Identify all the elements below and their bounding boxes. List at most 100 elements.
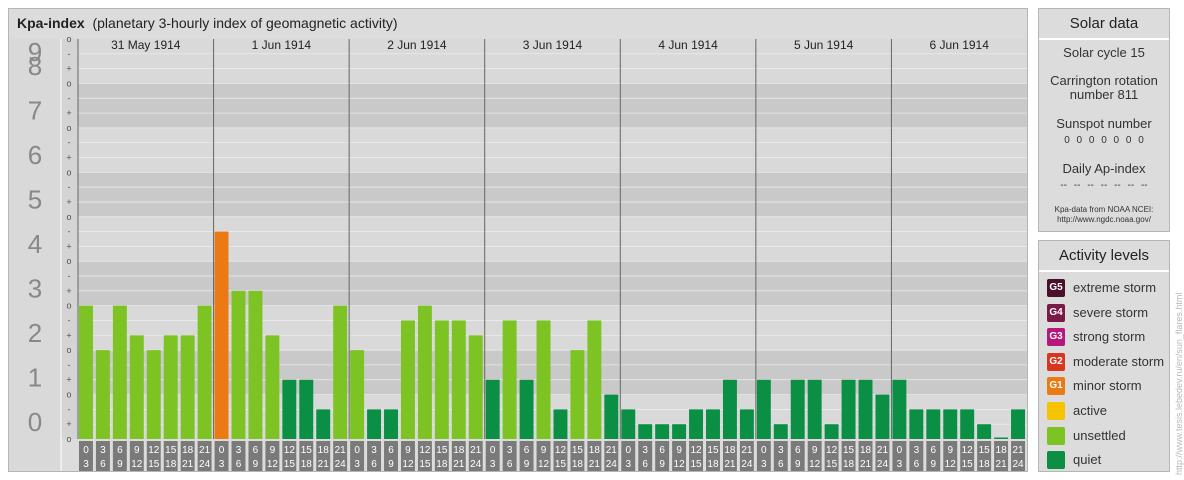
kp-bar	[756, 379, 771, 439]
interval-start: 18	[996, 445, 1008, 456]
solar-cycle: Solar cycle 15	[1063, 45, 1145, 60]
kp-bar	[282, 379, 297, 439]
level-quiet: quiet	[1039, 448, 1169, 473]
interval-end: 9	[931, 459, 937, 470]
level-active: active	[1039, 399, 1169, 424]
interval-end: 3	[83, 459, 89, 470]
level-label: minor storm	[1073, 378, 1142, 394]
interval-start: 6	[117, 445, 123, 456]
kp-bar	[773, 424, 788, 439]
y-minor-tick: -	[68, 138, 71, 148]
interval-end: 24	[335, 459, 347, 470]
y-minor-tick: -	[68, 271, 71, 281]
interval-end: 12	[809, 459, 821, 470]
kp-bar	[807, 379, 822, 439]
watermark-url: http://www.tesis.lebedev.ru/en/sun_flare…	[1174, 292, 1184, 475]
kp-bar	[367, 409, 382, 439]
interval-end: 24	[199, 459, 211, 470]
interval-end: 6	[236, 459, 242, 470]
kp-bar	[146, 350, 161, 439]
kp-bar	[604, 394, 619, 439]
interval-start: 18	[182, 445, 194, 456]
interval-start: 21	[335, 445, 347, 456]
interval-end: 21	[182, 459, 194, 470]
interval-end: 15	[284, 459, 296, 470]
level-unsettled: unsettled	[1039, 424, 1169, 449]
interval-start: 18	[589, 445, 601, 456]
kp-bar	[875, 394, 890, 439]
kp-bar	[722, 379, 737, 439]
y-minor-tick: o	[66, 78, 71, 88]
interval-end: 6	[642, 459, 648, 470]
y-tick-label: 5	[28, 185, 42, 215]
kp-bar	[824, 424, 839, 439]
interval-end: 24	[606, 459, 618, 470]
y-tick-label: 0	[28, 407, 42, 437]
y-minor-tick: +	[66, 241, 71, 251]
interval-end: 24	[470, 459, 482, 470]
interval-start: 3	[642, 445, 648, 456]
interval-end: 9	[388, 459, 394, 470]
interval-start: 0	[490, 445, 496, 456]
kp-bar	[333, 305, 348, 439]
interval-end: 9	[117, 459, 123, 470]
kp-bar	[892, 379, 907, 439]
kp-bar	[468, 335, 483, 439]
kp-bar	[417, 305, 432, 439]
level-g5: G5 extreme storm	[1039, 276, 1169, 301]
kp-bar	[536, 320, 551, 439]
interval-end: 18	[707, 459, 719, 470]
kp-bar	[214, 231, 229, 439]
interval-end: 12	[267, 459, 279, 470]
interval-end: 15	[962, 459, 974, 470]
interval-start: 21	[199, 445, 211, 456]
y-tick-label: 4	[28, 229, 42, 259]
solar-data-panel: Solar data Solar cycle 15 Carrington rot…	[1038, 8, 1170, 232]
kp-bar	[790, 379, 805, 439]
interval-start: 6	[659, 445, 665, 456]
interval-end: 3	[761, 459, 767, 470]
kp-bar	[841, 379, 856, 439]
y-tick-label: 1	[28, 362, 42, 392]
interval-start: 21	[606, 445, 618, 456]
kp-bar	[960, 409, 975, 439]
kp-bar	[706, 409, 720, 439]
interval-end: 3	[354, 459, 360, 470]
interval-start: 12	[962, 445, 974, 456]
kp-bar	[95, 350, 110, 439]
interval-start: 15	[572, 445, 584, 456]
day-label: 2 Jun 1914	[387, 38, 447, 52]
interval-start: 18	[318, 445, 330, 456]
kp-bar	[553, 409, 568, 439]
interval-start: 3	[914, 445, 920, 456]
interval-start: 15	[301, 445, 313, 456]
kp-bar	[129, 335, 144, 439]
interval-end: 24	[741, 459, 753, 470]
interval-start: 9	[270, 445, 276, 456]
interval-start: 0	[625, 445, 631, 456]
interval-start: 3	[778, 445, 784, 456]
y-minor-tick: -	[68, 182, 71, 192]
interval-end: 15	[419, 459, 431, 470]
interval-start: 21	[470, 445, 482, 456]
y-minor-tick: o	[66, 345, 71, 355]
level-label: extreme storm	[1073, 280, 1157, 295]
kp-bar	[112, 305, 127, 439]
interval-end: 18	[165, 459, 177, 470]
activity-levels-heading: Activity levels	[1039, 241, 1169, 272]
interval-end: 21	[996, 459, 1008, 470]
y-minor-tick: o	[66, 212, 71, 222]
day-label: 31 May 1914	[111, 38, 181, 52]
kp-bar	[570, 350, 585, 439]
kp-bar	[265, 335, 280, 439]
interval-end: 6	[100, 459, 106, 470]
interval-start: 15	[165, 445, 177, 456]
kp-bar	[384, 409, 398, 439]
level-swatch: G4	[1047, 303, 1065, 322]
ap-index-values: -- -- -- -- -- -- --	[1060, 180, 1148, 191]
kp-bar	[248, 290, 263, 439]
level-swatch: G5	[1047, 279, 1065, 297]
y-minor-tick: o	[66, 256, 71, 266]
interval-start: 0	[761, 445, 767, 456]
kp-bar	[858, 379, 873, 439]
